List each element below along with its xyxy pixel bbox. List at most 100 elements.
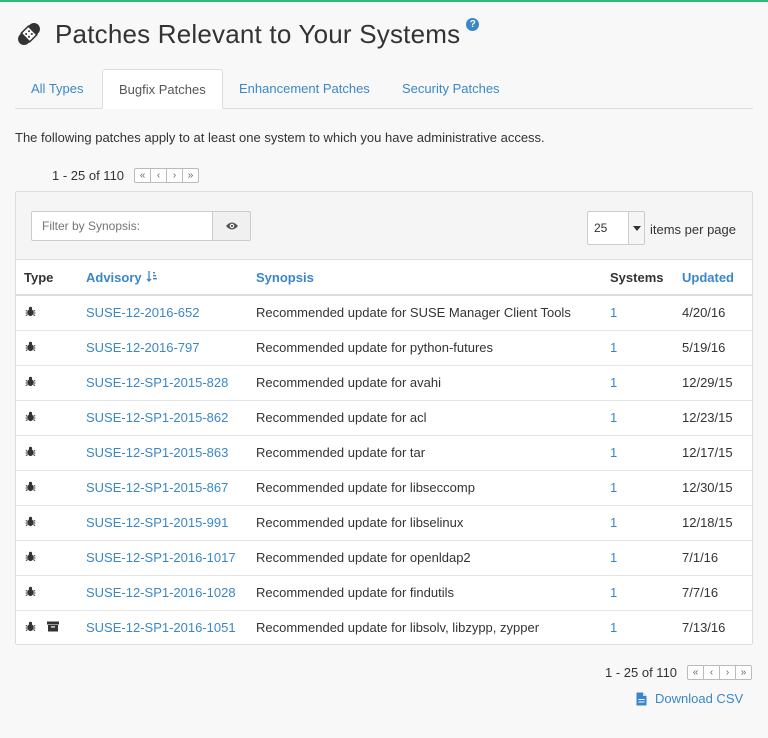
systems-cell: 1 bbox=[602, 470, 674, 506]
systems-cell: 1 bbox=[602, 505, 674, 541]
panel-toolbar: 25 items per page bbox=[16, 192, 752, 260]
advisory-link[interactable]: SUSE-12-SP1-2015-862 bbox=[86, 410, 228, 425]
synopsis-cell: Recommended update for acl bbox=[248, 400, 602, 436]
systems-cell: 1 bbox=[602, 610, 674, 645]
systems-cell: 1 bbox=[602, 575, 674, 611]
synopsis-filter-input[interactable] bbox=[31, 211, 213, 241]
items-per-page-value: 25 bbox=[594, 221, 608, 235]
advisory-cell: SUSE-12-2016-797 bbox=[78, 330, 248, 366]
first-page-button[interactable]: « bbox=[687, 665, 705, 680]
systems-cell: 1 bbox=[602, 540, 674, 576]
prev-page-button[interactable]: ‹ bbox=[150, 168, 168, 183]
bug-icon bbox=[25, 585, 36, 600]
type-cell bbox=[16, 540, 78, 576]
type-cell bbox=[16, 400, 78, 436]
systems-count-link[interactable]: 1 bbox=[610, 340, 617, 355]
prev-page-button[interactable]: ‹ bbox=[703, 665, 721, 680]
bug-icon bbox=[25, 410, 36, 425]
eye-icon bbox=[225, 222, 238, 230]
table-row: SUSE-12-2016-652 Recommended update for S… bbox=[16, 295, 752, 331]
advisory-link[interactable]: SUSE-12-SP1-2015-828 bbox=[86, 375, 228, 390]
last-page-button[interactable]: » bbox=[735, 665, 753, 680]
advisory-link[interactable]: SUSE-12-SP1-2016-1017 bbox=[86, 550, 236, 565]
tab-all-types[interactable]: All Types bbox=[15, 69, 100, 109]
advisory-cell: SUSE-12-SP1-2015-862 bbox=[78, 400, 248, 436]
type-cell bbox=[16, 435, 78, 471]
systems-count-link[interactable]: 1 bbox=[610, 550, 617, 565]
items-per-page-select[interactable]: 25 bbox=[587, 211, 645, 245]
col-updated-header[interactable]: Updated bbox=[674, 261, 752, 296]
updated-cell: 12/30/15 bbox=[674, 470, 752, 506]
pager-range: 1 - 25 of 110 bbox=[605, 665, 678, 680]
archive-icon bbox=[47, 620, 59, 635]
table-row: SUSE-12-SP1-2016-1017 Recommended update … bbox=[16, 540, 752, 576]
advisory-cell: SUSE-12-SP1-2016-1017 bbox=[78, 540, 248, 576]
systems-count-link[interactable]: 1 bbox=[610, 410, 617, 425]
table-row: SUSE-12-SP1-2015-991 Recommended update f… bbox=[16, 505, 752, 541]
tab-security-patches[interactable]: Security Patches bbox=[386, 69, 516, 109]
systems-count-link[interactable]: 1 bbox=[610, 620, 617, 635]
updated-cell: 7/1/16 bbox=[674, 540, 752, 576]
help-icon[interactable]: ? bbox=[466, 17, 480, 31]
systems-cell: 1 bbox=[602, 400, 674, 436]
pager-range: 1 - 25 of 110 bbox=[52, 168, 125, 183]
systems-count-link[interactable]: 1 bbox=[610, 585, 617, 600]
items-per-page-label: items per page bbox=[650, 222, 736, 237]
advisory-link[interactable]: SUSE-12-2016-797 bbox=[86, 340, 199, 355]
tab-bugfix-patches[interactable]: Bugfix Patches bbox=[102, 69, 223, 109]
synopsis-cell: Recommended update for findutils bbox=[248, 575, 602, 611]
updated-cell: 7/13/16 bbox=[682, 620, 726, 636]
bug-icon bbox=[25, 480, 36, 495]
col-advisory-header[interactable]: Advisory bbox=[78, 261, 248, 296]
synopsis-cell: Recommended update for avahi bbox=[248, 365, 602, 401]
type-cell bbox=[16, 610, 78, 645]
systems-count-link[interactable]: 1 bbox=[610, 515, 617, 530]
first-page-button[interactable]: « bbox=[134, 168, 152, 183]
page-header: Patches Relevant to Your Systems ? bbox=[15, 16, 480, 52]
next-page-button[interactable]: › bbox=[166, 168, 184, 183]
last-page-button[interactable]: » bbox=[182, 168, 200, 183]
systems-count-link[interactable]: 1 bbox=[610, 375, 617, 390]
systems-cell: 1 bbox=[602, 365, 674, 401]
updated-cell: 7/7/16 bbox=[674, 575, 752, 611]
bandage-icon bbox=[18, 23, 40, 45]
bug-icon bbox=[25, 515, 36, 530]
patches-panel: 25 items per page Type Advisory Synopsis… bbox=[15, 191, 753, 645]
advisory-link[interactable]: SUSE-12-SP1-2016-1028 bbox=[86, 585, 236, 600]
page-title: Patches Relevant to Your Systems bbox=[55, 18, 461, 49]
advisory-link[interactable]: SUSE-12-SP1-2016-1051 bbox=[86, 620, 236, 635]
systems-cell: 1 bbox=[602, 435, 674, 471]
advisory-link[interactable]: SUSE-12-SP1-2015-863 bbox=[86, 445, 228, 460]
bottom-pager: 1 - 25 of 110 « ‹ › » bbox=[605, 665, 753, 680]
download-csv-link[interactable]: Download CSV bbox=[636, 691, 743, 706]
systems-count-link[interactable]: 1 bbox=[610, 305, 617, 320]
updated-cell: 5/19/16 bbox=[674, 330, 752, 366]
col-systems-header: Systems bbox=[602, 261, 674, 296]
synopsis-cell: Recommended update for libselinux bbox=[248, 505, 602, 541]
table-row: SUSE-12-SP1-2015-828 Recommended update f… bbox=[16, 365, 752, 401]
download-csv-label: Download CSV bbox=[655, 691, 744, 706]
patch-type-tabs: All Types Bugfix Patches Enhancement Pat… bbox=[15, 69, 753, 109]
bug-icon bbox=[25, 375, 36, 390]
advisory-link[interactable]: SUSE-12-SP1-2015-867 bbox=[86, 480, 228, 495]
bug-icon bbox=[25, 340, 36, 355]
systems-cell: 1 bbox=[602, 295, 674, 331]
file-csv-icon bbox=[636, 692, 647, 705]
synopsis-cell: Recommended update for python-futures bbox=[248, 330, 602, 366]
updated-cell: 12/18/15 bbox=[674, 505, 752, 541]
filter-apply-button[interactable] bbox=[212, 211, 251, 241]
systems-count-link[interactable]: 1 bbox=[610, 480, 617, 495]
next-page-button[interactable]: › bbox=[719, 665, 737, 680]
advisory-cell: SUSE-12-SP1-2016-1028 bbox=[78, 575, 248, 611]
tab-enhancement-patches[interactable]: Enhancement Patches bbox=[223, 69, 386, 109]
synopsis-cell: Recommended update for SUSE Manager Clie… bbox=[248, 295, 602, 331]
synopsis-cell: Recommended update for libseccomp bbox=[248, 470, 602, 506]
table-row: SUSE-12-SP1-2016-1028 Recommended update … bbox=[16, 575, 752, 611]
type-cell bbox=[16, 505, 78, 541]
systems-count-link[interactable]: 1 bbox=[610, 445, 617, 460]
advisory-link[interactable]: SUSE-12-SP1-2015-991 bbox=[86, 515, 228, 530]
advisory-cell: SUSE-12-2016-652 bbox=[78, 295, 248, 331]
intro-text: The following patches apply to at least … bbox=[15, 130, 545, 145]
advisory-link[interactable]: SUSE-12-2016-652 bbox=[86, 305, 199, 320]
col-synopsis-header[interactable]: Synopsis bbox=[248, 261, 602, 296]
